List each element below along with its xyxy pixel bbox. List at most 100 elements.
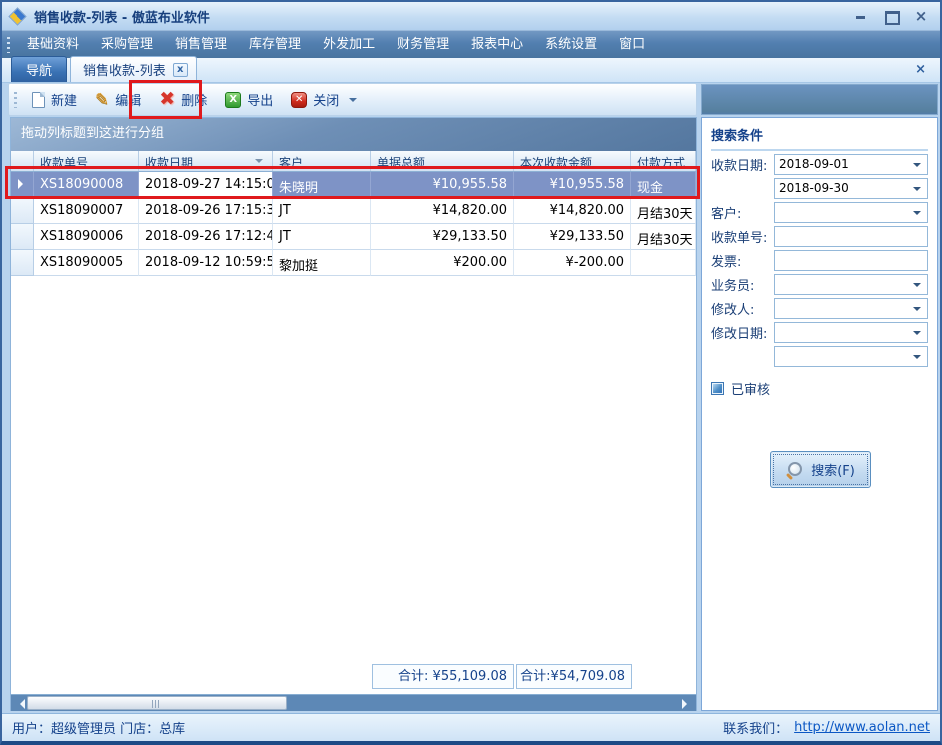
scrollbar-thumb[interactable] [27,696,287,710]
receipt-date-to-field[interactable]: 2018-09-30 [774,178,928,199]
receipt-date-label: 收款日期: [711,155,774,174]
chevron-down-icon[interactable] [349,98,357,106]
customer-field[interactable] [774,202,928,223]
delete-x-icon [159,91,175,108]
search-button-label: 搜索(F) [811,460,855,479]
table-row[interactable]: XS18090006 2018-09-26 17:12:44 JT ¥29,13… [11,224,696,250]
cell-payment-method: 月结30天 [631,198,696,224]
menu-item-purchasing[interactable]: 采购管理 [90,31,164,58]
maximize-icon[interactable] [884,10,898,22]
horizontal-scrollbar[interactable] [11,694,696,711]
menu-item-inventory[interactable]: 库存管理 [238,31,312,58]
row-selector-cell [11,250,34,276]
salesperson-field[interactable] [774,274,928,295]
group-by-bar[interactable]: 拖动列标题到这进行分组 [11,118,696,151]
menu-item-system[interactable]: 系统设置 [534,31,608,58]
modify-date-from-field[interactable] [774,322,928,343]
menu-item-finance[interactable]: 财务管理 [386,31,460,58]
audited-checkbox[interactable] [711,382,724,395]
sort-desc-icon [255,159,263,167]
edit-pencil-icon [95,92,109,108]
invoice-field[interactable] [774,250,928,271]
total-doc-amount: 合计: ¥55,109.08 [372,664,514,689]
cell-customer: 朱晓明 [273,172,371,198]
tab-navigation[interactable]: 导航 [11,56,67,82]
title-bar: 销售收款-列表 - 傲蓝布业软件 × [2,2,940,30]
close-tab-button[interactable]: 关闭 [282,86,366,114]
toolbar-grip-icon [14,92,17,108]
row-selector-cell [11,198,34,224]
grid-rows: XS18090008 2018-09-27 14:15:04 朱晓明 ¥10,9… [11,172,696,276]
salesperson-label: 业务员: [711,275,774,294]
close-button-label: 关闭 [313,90,339,109]
receipt-no-field[interactable] [774,226,928,247]
customer-label: 客户: [711,203,774,222]
new-page-icon [32,92,45,108]
app-logo-icon [8,7,26,25]
delete-button-label: 删除 [181,90,207,109]
tab-strip: 导航 销售收款-列表 x × [2,58,940,83]
tab-sales-receipt-list[interactable]: 销售收款-列表 x [70,56,197,82]
header-receipt-date[interactable]: 收款日期 [139,151,273,171]
cell-receipt-amount: ¥-200.00 [514,250,631,276]
row-selector-cell [11,172,34,198]
delete-button[interactable]: 删除 [150,86,216,114]
header-doc-total[interactable]: 单据总额 [371,151,514,171]
menu-item-reports[interactable]: 报表中心 [460,31,534,58]
window-title: 销售收款-列表 - 傲蓝布业软件 [34,7,210,26]
close-red-icon [291,92,307,108]
close-icon[interactable]: × [914,10,928,22]
cell-receipt-no: XS18090008 [34,172,139,198]
tabstrip-close-icon[interactable]: × [915,63,940,76]
cell-payment-method [631,250,696,276]
menu-item-sales[interactable]: 销售管理 [164,31,238,58]
export-button[interactable]: 导出 [216,86,282,114]
cell-doc-total: ¥200.00 [371,250,514,276]
search-button[interactable]: 搜索(F) [770,451,871,488]
table-row-selected[interactable]: XS18090008 2018-09-27 14:15:04 朱晓明 ¥10,9… [11,172,696,198]
cell-receipt-date: 2018-09-26 17:15:32 [139,198,273,224]
receipt-no-label: 收款单号: [711,227,774,246]
app-window: 销售收款-列表 - 傲蓝布业软件 × 基础资料 采购管理 销售管理 库存管理 外… [0,0,942,745]
scrollbar-grip-icon [152,700,161,708]
cell-receipt-no: XS18090005 [34,250,139,276]
header-receipt-no[interactable]: 收款单号 [34,151,139,171]
tab-label: 销售收款-列表 [83,60,166,79]
cell-payment-method: 月结30天 [631,224,696,250]
window-controls: × [854,10,940,22]
header-receipt-amount[interactable]: 本次收款金额 [514,151,631,171]
table-row[interactable]: XS18090007 2018-09-26 17:15:32 JT ¥14,82… [11,198,696,224]
status-user-store: 用户：超级管理员 门店：总库 [12,718,185,737]
edit-button[interactable]: 编辑 [86,86,150,114]
toolbar: 新建 编辑 删除 导出 关闭 [8,83,697,116]
export-button-label: 导出 [247,90,273,109]
tab-close-icon[interactable]: x [173,63,188,77]
toolbar-right-panel-block [701,84,938,115]
cell-receipt-amount: ¥10,955.58 [514,172,631,198]
search-magnifier-icon [786,461,803,478]
cell-doc-total: ¥29,133.50 [371,224,514,250]
table-row[interactable]: XS18090005 2018-09-12 10:59:51 黎加挺 ¥200.… [11,250,696,276]
grid-header-row: 收款单号 收款日期 客户 单据总额 本次收款金额 付款方式 [11,151,696,172]
menu-bar: 基础资料 采购管理 销售管理 库存管理 外发加工 财务管理 报表中心 系统设置 … [2,30,940,58]
new-button[interactable]: 新建 [23,86,86,114]
header-selector [11,151,34,171]
scroll-left-icon[interactable] [15,699,25,709]
menu-item-window[interactable]: 窗口 [608,31,656,58]
contact-label: 联系我们： [723,718,788,737]
scroll-right-icon[interactable] [682,699,692,709]
cell-doc-total: ¥14,820.00 [371,198,514,224]
menu-item-outsourcing[interactable]: 外发加工 [312,31,386,58]
total-receipt-amount: 合计:¥54,709.08 [516,664,632,689]
website-link[interactable]: http://www.aolan.net [794,720,930,735]
modifier-field[interactable] [774,298,928,319]
header-payment-method[interactable]: 付款方式 [631,151,696,171]
minimize-icon[interactable] [854,10,868,22]
receipt-date-from-field[interactable]: 2018-09-01 [774,154,928,175]
header-customer[interactable]: 客户 [273,151,371,171]
status-bar: 用户：超级管理员 门店：总库 联系我们： http://www.aolan.ne… [2,713,940,741]
cell-receipt-amount: ¥14,820.00 [514,198,631,224]
header-receipt-date-label: 收款日期 [145,156,193,170]
modify-date-to-field[interactable] [774,346,928,367]
menu-item-basic-data[interactable]: 基础资料 [16,31,90,58]
